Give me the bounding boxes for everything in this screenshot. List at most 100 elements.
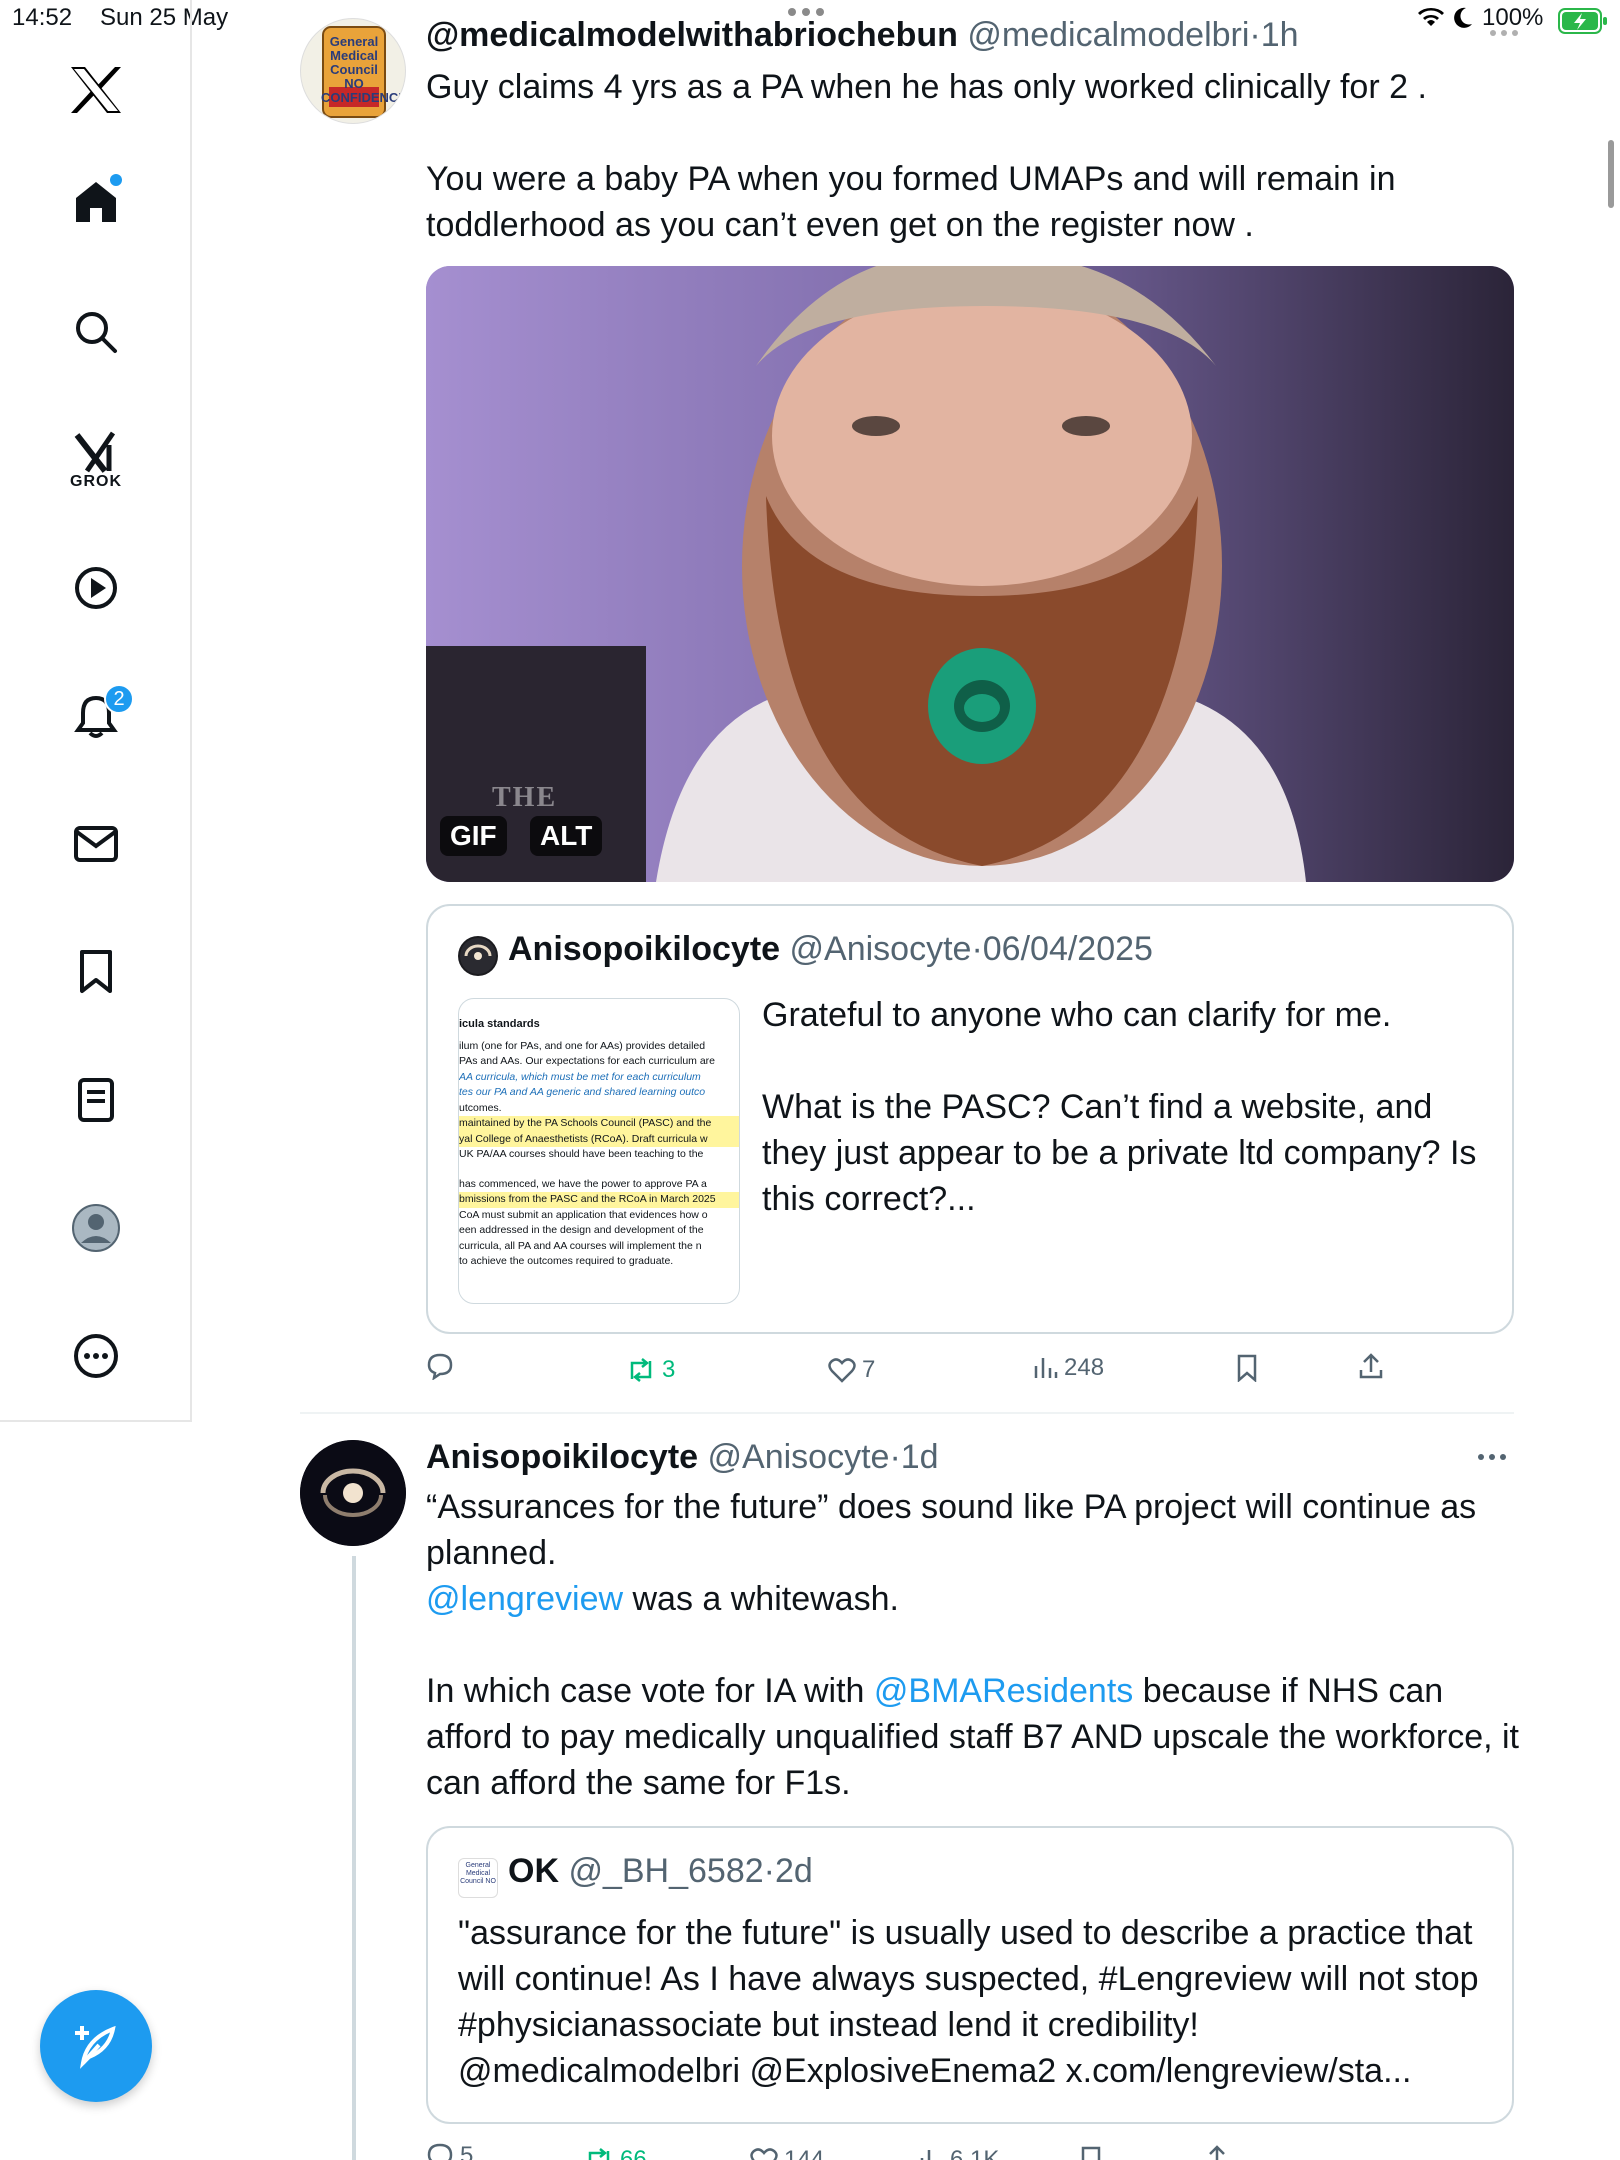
quote1-doc-thumbnail: icula standards ilum (one for PAs, and on… xyxy=(458,998,740,1304)
tweet2-bookmark-button[interactable] xyxy=(1080,2146,1102,2160)
doc-line: UK PA/AA courses should have been teachi… xyxy=(459,1148,704,1160)
x-logo-icon[interactable] xyxy=(66,60,126,120)
tweet1-text-line2: You were a baby PA when you formed UMAPs… xyxy=(426,160,1396,244)
alt-badge[interactable]: ALT xyxy=(530,816,603,856)
notification-badge: 2 xyxy=(104,684,134,714)
bookmark-icon xyxy=(1237,1354,1257,1382)
tweet2-like-button[interactable]: 144 xyxy=(750,2146,824,2160)
tweet1-handle[interactable]: @medicalmodelbri xyxy=(967,16,1249,54)
mention-bmaresidents[interactable]: @BMAResidents xyxy=(874,1672,1133,1710)
doc-line: PAs and AAs. Our expectations for each c… xyxy=(459,1055,716,1067)
quote1-date: 06/04/2025 xyxy=(982,930,1153,968)
tweet2-display-name[interactable]: Anisopoikilocyte xyxy=(426,1438,698,1476)
tweet1-reply-button[interactable] xyxy=(426,1352,454,1380)
lists-icon[interactable] xyxy=(66,1070,126,1130)
bell-icon[interactable]: 2 xyxy=(66,684,134,746)
compose-button[interactable] xyxy=(40,1990,152,2102)
doc-line: AA curricula, which must be met for each… xyxy=(459,1070,701,1083)
grok-label: GROK xyxy=(70,473,122,490)
repost-icon xyxy=(588,2148,610,2160)
tweet2-more-icon[interactable] xyxy=(1478,1454,1506,1460)
tweet2-share-button[interactable] xyxy=(1204,2144,1230,2160)
heart-icon xyxy=(750,2148,778,2160)
compose-icon xyxy=(75,2025,116,2069)
views-icon xyxy=(1034,1358,1058,1378)
doc-line: een addressed in the design and developm… xyxy=(459,1224,704,1236)
tweet1-header: @medicalmodelwithabriochebun @medicalmod… xyxy=(426,16,1299,54)
tweet1-avatar[interactable]: General Medical Council NO CONFIDENCE xyxy=(300,18,406,124)
gif-image xyxy=(426,266,1514,882)
battery-percent: 100% xyxy=(1482,4,1544,31)
tweet1-like-count: 7 xyxy=(862,1356,876,1383)
wifi-icon xyxy=(1416,4,1446,37)
reply-icon xyxy=(427,1353,453,1380)
tweet2-reply-button[interactable]: 5 xyxy=(426,2142,473,2160)
quote2-header: OK @_BH_6582·2d xyxy=(508,1852,813,1890)
gif-badge: GIF xyxy=(440,816,507,856)
scrollbar-thumb[interactable] xyxy=(1608,140,1614,208)
bookmark-icon[interactable] xyxy=(66,942,126,1002)
tweet1-views-button[interactable]: 248 xyxy=(1032,1354,1104,1382)
doc-line: icula standards xyxy=(459,1018,540,1030)
profile-icon[interactable] xyxy=(66,1198,126,1258)
doc-line: tes our PA and AA generic and shared lea… xyxy=(459,1086,706,1098)
bookmark-icon xyxy=(1081,2146,1101,2160)
tweet1-display-name[interactable]: @medicalmodelwithabriochebun xyxy=(426,16,958,54)
tweet2-repost-button[interactable]: 66 xyxy=(584,2146,647,2160)
tweet1-view-count: 248 xyxy=(1064,1354,1105,1381)
status-dots-icon xyxy=(1490,30,1518,36)
heart-icon xyxy=(828,1358,856,1383)
quote1-header: Anisopoikilocyte @Anisocyte·06/04/2025 xyxy=(508,930,1153,968)
quote2-avatar: General Medical Council NO xyxy=(458,1858,498,1898)
tweet1-gif[interactable]: THE GIF ALT xyxy=(426,266,1514,882)
tweet1-time[interactable]: 1h xyxy=(1261,16,1299,54)
tweet2-views-button[interactable]: 6.1K xyxy=(918,2146,999,2160)
tweet1-bookmark-button[interactable] xyxy=(1236,1354,1258,1382)
tweet1-avatar-text: General Medical Council NO CONFIDENCE xyxy=(321,34,406,105)
mail-icon[interactable] xyxy=(66,814,126,874)
tweet1-share-button[interactable] xyxy=(1358,1352,1384,1380)
doc-line: maintained by the PA Schools Council (PA… xyxy=(459,1116,739,1132)
tweet2-text: “Assurances for the future” does sound l… xyxy=(426,1484,1526,1806)
home-icon[interactable] xyxy=(66,172,126,232)
tweet2-header: Anisopoikilocyte @Anisocyte·1d xyxy=(426,1438,939,1476)
reply-icon xyxy=(427,2143,453,2160)
quote1-text2: What is the PASC? Can’t find a website, … xyxy=(762,1088,1477,1218)
doc-line: yal College of Anaesthetists (RCoA). Dra… xyxy=(459,1131,739,1147)
search-icon[interactable] xyxy=(66,302,126,362)
tweet1-text-line1: Guy claims 4 yrs as a PA when he has onl… xyxy=(426,68,1427,106)
multitask-dots-icon[interactable] xyxy=(788,8,832,16)
doc-line: bmissions from the PASC and the RCoA in … xyxy=(459,1192,739,1208)
home-notification-dot xyxy=(110,174,122,186)
battery-icon xyxy=(1558,8,1608,41)
tweet2-avatar[interactable] xyxy=(300,1440,406,1546)
quote1-doc-text: icula standards ilum (one for PAs, and on… xyxy=(459,1017,739,1270)
quote2-handle: @_BH_6582 xyxy=(568,1852,764,1890)
video-icon[interactable] xyxy=(66,558,126,618)
quote2-name: OK xyxy=(508,1852,559,1890)
tweet1-quote-card[interactable]: Anisopoikilocyte @Anisocyte·06/04/2025 i… xyxy=(426,904,1514,1334)
mention-lengreview[interactable]: @lengreview xyxy=(426,1580,623,1618)
quote1-text1: Grateful to anyone who can clarify for m… xyxy=(762,996,1392,1034)
quote1-name: Anisopoikilocyte xyxy=(508,930,781,968)
tweet2-time[interactable]: 1d xyxy=(901,1438,939,1476)
tweet2-handle[interactable]: @Anisocyte xyxy=(708,1438,890,1476)
quote1-text: Grateful to anyone who can clarify for m… xyxy=(762,992,1492,1222)
repost-icon xyxy=(630,1358,652,1382)
quote2-time: 2d xyxy=(774,1852,813,1890)
doc-line: curricula, all PA and AA courses will im… xyxy=(459,1239,702,1252)
tweet2-like-count: 144 xyxy=(784,2146,825,2160)
grok-icon[interactable]: GROK xyxy=(66,426,126,496)
tweet2-repost-count: 66 xyxy=(620,2146,647,2160)
tweet2-line2: @lengreview was a whitewash. xyxy=(426,1580,899,1618)
gif-watermark: THE xyxy=(492,782,558,813)
doc-line: CoA must submit an application that evid… xyxy=(459,1208,708,1221)
tweet1-repost-button[interactable]: 3 xyxy=(626,1356,675,1384)
sidebar-nav: GROK 2 xyxy=(0,0,192,1420)
tweet2-line1: “Assurances for the future” does sound l… xyxy=(426,1488,1477,1572)
more-icon[interactable] xyxy=(66,1326,126,1386)
nav-divider xyxy=(0,1420,192,1422)
tweet1-like-button[interactable]: 7 xyxy=(828,1356,875,1384)
doc-line: has commenced, we have the power to appr… xyxy=(459,1177,707,1190)
tweet2-quote-card[interactable]: General Medical Council NO OK @_BH_6582·… xyxy=(426,1826,1514,2124)
